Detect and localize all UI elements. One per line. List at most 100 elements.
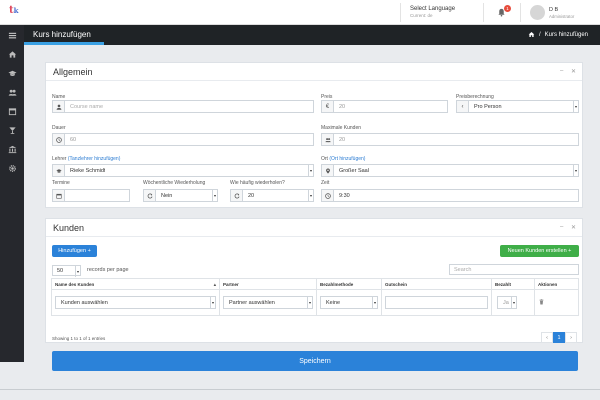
chevron-down-icon[interactable] (573, 165, 578, 176)
close-icon[interactable]: ✕ (571, 68, 576, 75)
minimize-icon[interactable]: – (560, 68, 563, 74)
dauer-input[interactable]: 60 (65, 137, 76, 143)
lehrer-value: Rieke Schmidt (70, 167, 106, 174)
divider (483, 3, 484, 22)
partner-select-value: Partner auswählen (229, 299, 275, 306)
chevron-down-icon[interactable] (75, 266, 80, 277)
top-bar: tk Select Language Current: de 1 D B Adm… (0, 0, 600, 25)
ort-label: Ort (Ort hinzufügen) (321, 156, 365, 162)
haeufig-value: 20 (248, 192, 255, 199)
table-header-row: Name des Kunden ▴ Partner Bezahlmethode G… (51, 278, 579, 290)
chevron-down-icon[interactable] (573, 101, 578, 112)
name-field[interactable]: Course name (52, 100, 314, 113)
user-name: D B (549, 7, 559, 13)
language-label: Select Language (410, 6, 456, 12)
bank-icon[interactable] (8, 145, 17, 154)
max-kunden-input[interactable]: 20 (334, 137, 345, 143)
zeit-field[interactable]: 9:30 (321, 189, 579, 202)
clock-icon (322, 190, 334, 201)
chevron-down-icon[interactable] (307, 297, 312, 308)
chevron-down-icon[interactable] (308, 190, 313, 201)
minimize-icon[interactable]: – (560, 224, 563, 230)
divider (0, 389, 600, 390)
cocktail-icon[interactable] (8, 126, 17, 135)
graduation-cap-icon[interactable] (8, 69, 17, 78)
page-size-value: 50 (57, 267, 64, 274)
chevron-down-icon[interactable] (308, 165, 313, 176)
pagination-page[interactable]: 1 (553, 332, 565, 343)
paid-select[interactable]: Ja (497, 296, 517, 309)
hamburger-icon[interactable] (8, 31, 17, 40)
partner-select[interactable]: Partner auswählen (223, 296, 313, 309)
save-button[interactable]: Speichern (52, 351, 578, 371)
chevron-down-icon[interactable] (511, 297, 516, 308)
preisberechnung-value: Pro Person (474, 103, 502, 110)
map-marker-icon (322, 165, 334, 176)
page-size-select[interactable]: 50 (52, 265, 81, 277)
add-location-link[interactable]: (Ort hinzufügen) (329, 156, 365, 162)
panel-title: Allgemein (53, 67, 93, 77)
user-menu[interactable]: D B Administrator (549, 7, 574, 19)
close-icon[interactable]: ✕ (571, 224, 576, 231)
customers-table: Name des Kunden ▴ Partner Bezahlmethode G… (51, 278, 579, 316)
preisberechnung-select[interactable]: ‹ Pro Person (456, 100, 579, 113)
panel-title: Kunden (53, 223, 85, 233)
add-button[interactable]: Hinzufügen + (52, 245, 97, 257)
column-header[interactable]: Bezahlt (491, 278, 535, 290)
users-icon[interactable] (8, 88, 17, 97)
home-icon[interactable] (528, 31, 535, 38)
divider (400, 3, 401, 22)
max-kunden-label: Maximale Kunden (321, 125, 362, 131)
max-kunden-field[interactable]: 20 (321, 133, 579, 146)
pagination-prev[interactable]: ‹ (541, 332, 553, 343)
woechentlich-select[interactable]: Nein (143, 189, 218, 202)
preis-field[interactable]: € 20 (321, 100, 448, 113)
table-info: Showing 1 to 1 of 1 entries (52, 336, 106, 341)
pagination-next[interactable]: › (565, 332, 577, 343)
add-teacher-link[interactable]: (Tanzlehrer hinzufügen) (68, 156, 121, 162)
add-button-label: Hinzufügen (58, 248, 87, 254)
column-header[interactable]: Gutschein (381, 278, 492, 290)
table-row: Kunden auswählen Partner auswählen Keine (51, 289, 579, 316)
language-selector[interactable]: Select Language Current: de (410, 6, 455, 18)
column-header[interactable]: Name des Kunden ▴ (51, 278, 220, 290)
chevron-down-icon[interactable] (372, 297, 377, 308)
gear-icon[interactable] (8, 164, 17, 173)
trash-icon[interactable] (539, 298, 544, 305)
ort-select[interactable]: Großer Saal (321, 164, 579, 177)
dauer-field[interactable]: 60 (52, 133, 314, 146)
app-logo[interactable]: tk (9, 5, 18, 16)
payment-method-value: Keine (326, 299, 341, 306)
plus-icon: + (568, 248, 572, 254)
graduation-cap-icon (53, 165, 65, 176)
search-input[interactable]: Search (449, 264, 579, 275)
zeit-input[interactable]: 9:30 (334, 193, 350, 199)
voucher-input[interactable] (385, 296, 488, 309)
preis-input[interactable]: 20 (334, 104, 345, 110)
dauer-label: Dauer (52, 125, 66, 131)
sort-icon[interactable]: ▴ (214, 282, 216, 288)
calendar-icon[interactable] (8, 107, 17, 116)
column-header[interactable]: Partner (219, 278, 317, 290)
new-customer-button[interactable]: Neuen Kunden erstellen + (500, 245, 579, 257)
termine-field[interactable] (52, 189, 130, 202)
payment-method-select[interactable]: Keine (320, 296, 378, 309)
home-icon[interactable] (8, 50, 17, 59)
panel-header: Kunden – ✕ (46, 219, 582, 237)
paid-value: Ja (503, 299, 509, 306)
lehrer-select[interactable]: Rieke Schmidt (52, 164, 314, 177)
avatar[interactable] (530, 5, 545, 20)
language-current: Current: de (410, 13, 433, 18)
chevron-down-icon[interactable] (212, 190, 217, 201)
lehrer-label: Lehrer (Tanzlehrer hinzufügen) (52, 156, 120, 162)
woechentlich-value: Nein (161, 192, 173, 199)
ort-value: Großer Saal (339, 167, 369, 174)
haeufig-select[interactable]: 20 (230, 189, 314, 202)
chevron-down-icon[interactable] (210, 297, 215, 308)
customer-select[interactable]: Kunden auswählen (55, 296, 216, 309)
termine-label: Termine (52, 180, 70, 186)
search-placeholder: Search (454, 266, 472, 273)
column-header[interactable]: Bezahlmethode (316, 278, 382, 290)
name-input[interactable]: Course name (65, 104, 103, 110)
panel-header: Allgemein – ✕ (46, 63, 582, 81)
